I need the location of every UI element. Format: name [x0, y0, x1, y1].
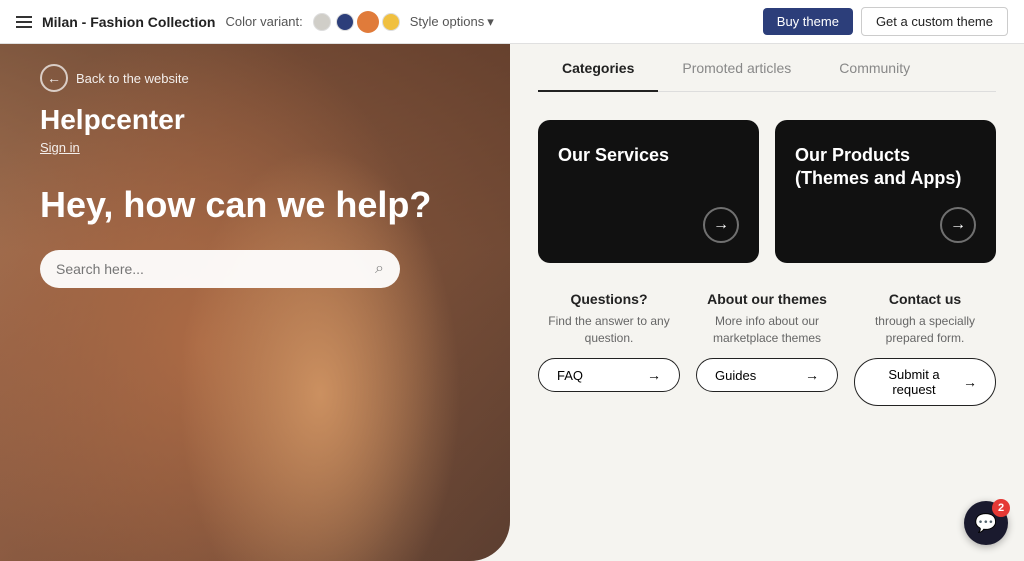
contact-description: through a specially prepared form. [854, 313, 996, 347]
faq-description: Find the answer to any question. [538, 313, 680, 347]
back-to-website-label: Back to the website [76, 71, 189, 86]
chat-bubble[interactable]: 💬 2 [964, 501, 1008, 545]
style-options-dropdown[interactable]: Style options ▾ [410, 14, 494, 30]
faq-arrow-icon: → [647, 367, 661, 383]
contact-title: Contact us [889, 291, 961, 307]
color-dot-orange[interactable] [359, 13, 377, 31]
search-input[interactable] [56, 261, 367, 277]
submit-button-label: Submit a request [873, 367, 955, 397]
back-arrow-icon: ← [40, 64, 68, 92]
tabs-bar: Categories Promoted articles Community [538, 44, 996, 92]
left-content: ← Back to the website Helpcenter Sign in… [0, 44, 510, 308]
guides-arrow-icon: → [805, 367, 819, 383]
faq-button-label: FAQ [557, 368, 583, 383]
chat-badge: 2 [992, 499, 1010, 517]
helpcenter-title: Helpcenter [40, 104, 470, 136]
left-panel: ← Back to the website Helpcenter Sign in… [0, 44, 510, 561]
submit-arrow-icon: → [963, 374, 977, 390]
navbar-left: Milan - Fashion Collection Color variant… [16, 13, 747, 31]
tab-categories[interactable]: Categories [538, 44, 658, 92]
color-dot-blue[interactable] [336, 13, 354, 31]
style-options-label: Style options [410, 14, 484, 29]
chat-icon: 💬 [975, 513, 997, 534]
main-layout: ← Back to the website Helpcenter Sign in… [0, 44, 1024, 561]
tab-promoted-articles[interactable]: Promoted articles [658, 44, 815, 92]
navbar: Milan - Fashion Collection Color variant… [0, 0, 1024, 44]
navbar-right: Buy theme Get a custom theme [763, 7, 1008, 36]
color-variant-label: Color variant: [225, 14, 302, 29]
color-dots [313, 13, 400, 31]
chevron-down-icon: ▾ [487, 14, 494, 30]
color-dot-yellow[interactable] [382, 13, 400, 31]
guides-button-label: Guides [715, 368, 756, 383]
bottom-card-faq: Questions? Find the answer to any questi… [538, 291, 680, 407]
search-bar: ⌕ [40, 250, 400, 288]
category-cards: Our Services → Our Products (Themes and … [538, 120, 996, 263]
app-title: Milan - Fashion Collection [42, 14, 215, 30]
hamburger-icon[interactable] [16, 16, 32, 28]
right-panel: Categories Promoted articles Community O… [510, 44, 1024, 561]
services-card-title: Our Services [558, 144, 739, 191]
guides-description: More info about our marketplace themes [696, 313, 838, 347]
buy-theme-button[interactable]: Buy theme [763, 8, 853, 35]
guides-title: About our themes [707, 291, 827, 307]
back-to-website-link[interactable]: ← Back to the website [40, 64, 470, 92]
faq-button[interactable]: FAQ → [538, 358, 680, 392]
bottom-card-guides: About our themes More info about our mar… [696, 291, 838, 407]
tab-community[interactable]: Community [815, 44, 934, 92]
get-custom-theme-button[interactable]: Get a custom theme [861, 7, 1008, 36]
hero-heading: Hey, how can we help? [40, 183, 470, 226]
category-card-services[interactable]: Our Services → [538, 120, 759, 263]
products-card-title: Our Products (Themes and Apps) [795, 144, 976, 191]
guides-button[interactable]: Guides → [696, 358, 838, 392]
submit-request-button[interactable]: Submit a request → [854, 358, 996, 406]
signin-link[interactable]: Sign in [40, 140, 470, 155]
category-card-products[interactable]: Our Products (Themes and Apps) → [775, 120, 996, 263]
bottom-card-submit: Contact us through a specially prepared … [854, 291, 996, 407]
search-icon: ⌕ [375, 260, 384, 278]
products-card-arrow: → [940, 207, 976, 243]
color-dot-grey[interactable] [313, 13, 331, 31]
services-card-arrow: → [703, 207, 739, 243]
faq-title: Questions? [570, 291, 647, 307]
bottom-section: Questions? Find the answer to any questi… [538, 291, 996, 407]
